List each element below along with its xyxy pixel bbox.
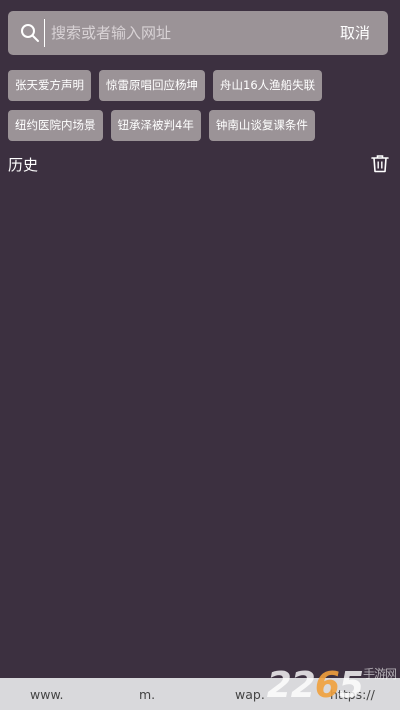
url-prefix-bar: www. m. wap. https:// bbox=[0, 678, 400, 710]
prefix-m-button[interactable]: m. bbox=[139, 687, 155, 702]
search-icon bbox=[21, 24, 39, 42]
hot-search-chip[interactable]: 钟南山谈复课条件 bbox=[208, 110, 315, 141]
prefix-https-button[interactable]: https:// bbox=[330, 687, 375, 702]
cancel-button[interactable]: 取消 bbox=[340, 22, 370, 43]
chip-row: 纽约医院内场景 钮承泽被判4年 钟南山谈复课条件 bbox=[8, 110, 392, 141]
hot-search-chip[interactable]: 钮承泽被判4年 bbox=[110, 110, 201, 141]
hot-search-chip[interactable]: 惊雷原唱回应杨坤 bbox=[99, 70, 205, 101]
history-title: 历史 bbox=[8, 156, 39, 174]
chip-row: 张天爱方声明 惊雷原唱回应杨坤 舟山16人渔船失联 bbox=[8, 70, 392, 101]
search-input[interactable] bbox=[44, 19, 291, 47]
prefix-www-button[interactable]: www. bbox=[30, 687, 64, 702]
search-bar: 取消 bbox=[8, 11, 388, 55]
prefix-wap-button[interactable]: wap. bbox=[235, 687, 265, 702]
trash-icon[interactable] bbox=[371, 154, 389, 173]
hot-search-chip[interactable]: 舟山16人渔船失联 bbox=[213, 70, 323, 101]
hot-search-chips: 张天爱方声明 惊雷原唱回应杨坤 舟山16人渔船失联 纽约医院内场景 钮承泽被判4… bbox=[8, 70, 392, 150]
hot-search-chip[interactable]: 纽约医院内场景 bbox=[8, 110, 103, 141]
hot-search-chip[interactable]: 张天爱方声明 bbox=[8, 70, 91, 101]
